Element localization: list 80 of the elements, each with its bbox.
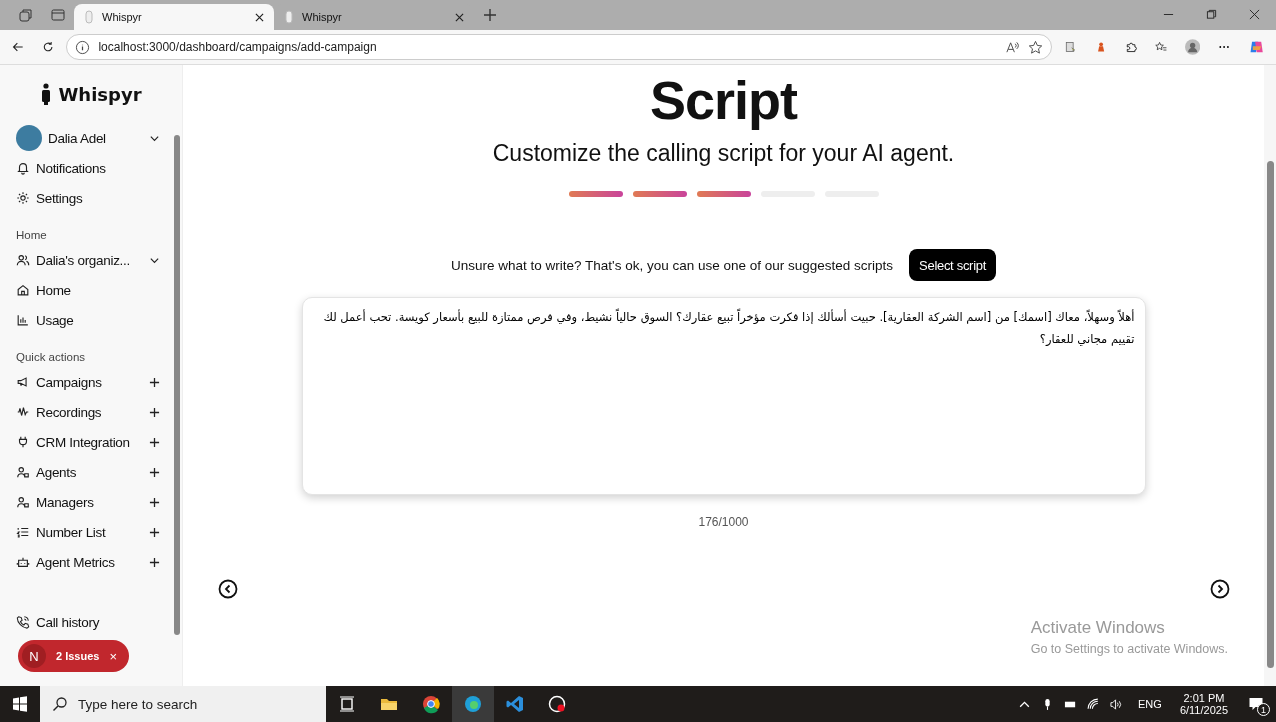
user-icon	[16, 495, 30, 509]
select-script-button[interactable]: Select script	[909, 249, 996, 282]
letter-avatar: N	[22, 644, 46, 668]
info-icon[interactable]	[75, 39, 91, 55]
logo-text: Whispyr	[58, 83, 142, 105]
new-tab-icon[interactable]	[482, 7, 498, 23]
plus-icon[interactable]	[149, 376, 160, 388]
user-menu[interactable]: Dalia Adel	[16, 123, 172, 153]
star-icon[interactable]	[1028, 39, 1044, 55]
sidebar-item[interactable]: Campaigns	[16, 367, 172, 397]
plus-icon[interactable]	[149, 406, 160, 418]
page-subtitle: Customize the calling script for your AI agent.	[492, 140, 955, 168]
script-field[interactable]: أهلاً وسهلاً، معاك [اسمك] من [اسم الشركة العقارية]. حبيت أسألك إذا فكرت مؤخراً تبيع عقارك؟ السوق حالياً نشيط، وفي فرص ممتازة للبيع بأسعار كويسة. تحب أعمل لك تقييم مجاني للعقار؟	[301, 297, 1146, 496]
speaker-icon[interactable]	[1110, 697, 1124, 711]
clock-date[interactable]: 6/11/2025	[1179, 704, 1228, 716]
home-icon	[16, 283, 30, 297]
megaphone-icon	[16, 375, 30, 389]
page-icon	[84, 10, 94, 24]
sidebar-item[interactable]: Agent Metrics	[16, 547, 172, 577]
issues-toast[interactable]: N 2 Issues ×	[18, 640, 129, 672]
sidebar-item[interactable]: Agents	[16, 457, 172, 487]
search-icon	[52, 696, 68, 712]
close-icon[interactable]	[255, 12, 264, 22]
browser-tab[interactable]: Whispyr	[74, 4, 274, 30]
sidebar-item[interactable]: Managers	[16, 487, 172, 517]
phone-icon	[16, 615, 30, 629]
sidebar-item[interactable]: Recordings	[16, 397, 172, 427]
sidebar-item[interactable]: Call history	[16, 607, 172, 637]
tab-actions-icon[interactable]	[50, 7, 66, 23]
page-icon	[284, 10, 294, 24]
close-icon[interactable]: ×	[109, 648, 117, 664]
organization-menu[interactable]: Dalia's organiz...	[16, 245, 172, 275]
page-title: Script	[649, 71, 797, 131]
waveform-icon	[16, 405, 30, 419]
activation-text: Go to Settings to activate Windows.	[1030, 642, 1228, 656]
taskbar-search-field[interactable]: Type here to search	[40, 686, 326, 722]
maximize-icon[interactable]	[1206, 9, 1217, 20]
plus-icon[interactable]	[149, 496, 160, 508]
tab-title: Whispyr	[102, 11, 143, 23]
character-counter: 176/1000	[698, 515, 749, 530]
read-aloud-icon[interactable]	[1005, 39, 1021, 55]
plus-icon[interactable]	[149, 556, 160, 568]
logo-icon	[40, 83, 53, 105]
sidebar-item[interactable]: Settings	[16, 183, 172, 213]
plus-icon[interactable]	[149, 466, 160, 478]
wifi-icon[interactable]	[1087, 697, 1101, 711]
workspaces-icon[interactable]	[18, 7, 34, 23]
address-field[interactable]: localhost:3000/dashboard/campaigns/add-campaign	[66, 34, 1053, 60]
list-icon	[16, 525, 30, 539]
sidebar-item[interactable]: Notifications	[16, 153, 172, 183]
notification-count: 1	[1257, 703, 1270, 716]
sidebar-item[interactable]: Number List	[16, 517, 172, 547]
next-icon[interactable]	[1209, 579, 1230, 600]
extension-icon[interactable]	[1064, 39, 1077, 55]
plug-icon	[16, 435, 30, 449]
activation-title: Activate Windows	[1030, 618, 1166, 638]
language-indicator[interactable]: ENG	[1138, 698, 1162, 710]
previous-icon[interactable]	[217, 579, 238, 600]
bar-chart-icon	[16, 313, 30, 327]
user-icon	[16, 465, 30, 479]
plus-icon[interactable]	[149, 436, 160, 448]
plus-icon[interactable]	[149, 526, 160, 538]
issues-count: 2 Issues	[56, 650, 100, 662]
profile-icon[interactable]	[1185, 37, 1201, 57]
tab-title: Whispyr	[302, 11, 343, 23]
sidebar-item[interactable]: Usage	[16, 305, 172, 335]
windows-start-icon[interactable]	[12, 696, 28, 712]
bell-icon	[16, 161, 30, 175]
robot-icon	[16, 555, 30, 569]
scrollbar[interactable]	[1264, 65, 1276, 686]
hint-text: Unsure what to write? That's ok, you can use one of our suggested scripts	[451, 257, 894, 273]
close-icon[interactable]	[1249, 9, 1260, 20]
clock-time[interactable]: 2:01 PM	[1183, 692, 1225, 704]
sidebar-item[interactable]: Home	[16, 275, 172, 305]
section-heading: Quick actions	[16, 351, 87, 363]
section-heading: Home	[16, 229, 48, 241]
users-icon	[16, 253, 30, 267]
close-icon[interactable]	[455, 12, 464, 22]
sidebar-item[interactable]: CRM Integration	[16, 427, 172, 457]
avatar	[16, 125, 42, 151]
